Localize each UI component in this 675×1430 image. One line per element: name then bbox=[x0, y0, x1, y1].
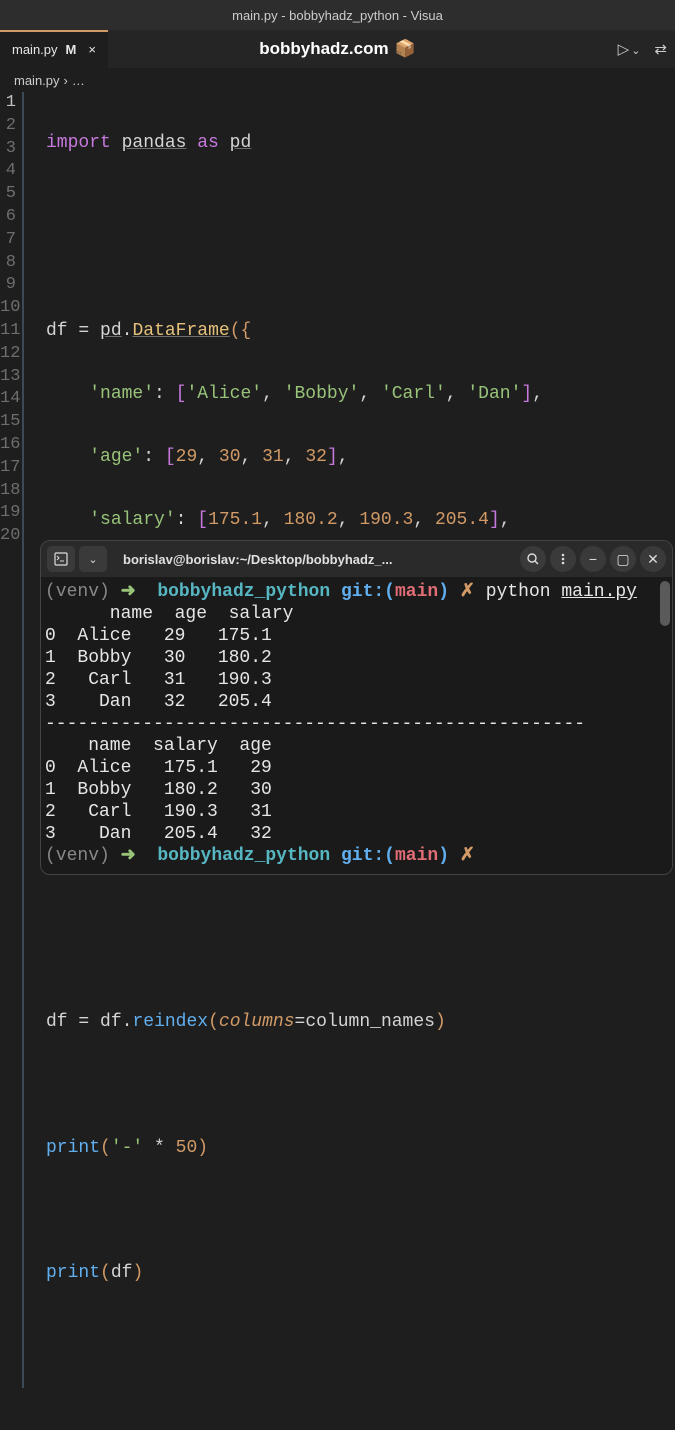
window-title: main.py - bobbyhadz_python - Visua bbox=[232, 8, 443, 23]
page-header-text: bobbyhadz.com bbox=[259, 39, 388, 59]
breadcrumb-more: … bbox=[72, 73, 85, 88]
terminal-line: 0 Alice 175.1 29 bbox=[45, 757, 668, 779]
editor-actions: ▷⌄ ⇄ bbox=[618, 40, 667, 59]
terminal-title: borislav@borislav:~/Desktop/bobbyhadz_..… bbox=[111, 552, 516, 567]
run-button[interactable]: ▷⌄ bbox=[618, 40, 641, 59]
line-number: 2 bbox=[0, 115, 16, 138]
tab-label: main.py bbox=[12, 42, 58, 57]
terminal-line: name age salary bbox=[45, 603, 668, 625]
terminal-line: ----------------------------------------… bbox=[45, 713, 668, 735]
terminal-scrollbar[interactable] bbox=[660, 581, 670, 870]
line-number: 17 bbox=[0, 457, 16, 480]
terminal-window: ⌄ borislav@borislav:~/Desktop/bobbyhadz_… bbox=[40, 540, 673, 875]
search-button[interactable] bbox=[520, 546, 546, 572]
line-number: 3 bbox=[0, 138, 16, 161]
line-number: 4 bbox=[0, 160, 16, 183]
terminal-line: name salary age bbox=[45, 735, 668, 757]
terminal-line: 2 Carl 190.3 31 bbox=[45, 801, 668, 823]
line-gutter: 1 2 3 4 5 6 7 8 9 10 11 12 13 14 15 16 1… bbox=[0, 92, 24, 1388]
terminal-line: (venv) ➜ bobbyhadz_python git:(main) ✗ bbox=[45, 845, 668, 867]
window-titlebar: main.py - bobbyhadz_python - Visua bbox=[0, 0, 675, 30]
close-icon[interactable]: × bbox=[88, 42, 96, 57]
line-number: 7 bbox=[0, 229, 16, 252]
terminal-line: 0 Alice 29 175.1 bbox=[45, 625, 668, 647]
terminal-icon bbox=[54, 552, 68, 566]
line-number: 8 bbox=[0, 252, 16, 275]
tab-dropdown-button[interactable]: ⌄ bbox=[79, 546, 107, 572]
terminal-line: 1 Bobby 30 180.2 bbox=[45, 647, 668, 669]
breadcrumb-sep: › bbox=[64, 73, 68, 88]
line-number: 5 bbox=[0, 183, 16, 206]
terminal-line: 3 Dan 32 205.4 bbox=[45, 691, 668, 713]
menu-icon bbox=[556, 552, 570, 566]
maximize-button[interactable]: ▢ bbox=[610, 546, 636, 572]
line-number: 9 bbox=[0, 274, 16, 297]
search-icon bbox=[526, 552, 540, 566]
terminal-line: 2 Carl 31 190.3 bbox=[45, 669, 668, 691]
terminal-line: (venv) ➜ bobbyhadz_python git:(main) ✗ p… bbox=[45, 581, 668, 603]
menu-button[interactable] bbox=[550, 546, 576, 572]
terminal-body[interactable]: (venv) ➜ bobbyhadz_python git:(main) ✗ p… bbox=[41, 577, 672, 874]
modified-indicator: M bbox=[66, 42, 77, 57]
scrollbar-thumb[interactable] bbox=[660, 581, 670, 626]
tab-bar: main.py M × bobbyhadz.com 📦 ▷⌄ ⇄ bbox=[0, 30, 675, 68]
terminal-titlebar: ⌄ borislav@borislav:~/Desktop/bobbyhadz_… bbox=[41, 541, 672, 577]
line-number: 16 bbox=[0, 434, 16, 457]
branch-icon[interactable]: ⇄ bbox=[654, 40, 667, 59]
breadcrumb-file: main.py bbox=[14, 73, 60, 88]
page-header: bobbyhadz.com 📦 bbox=[259, 39, 416, 59]
line-number: 1 bbox=[0, 92, 16, 115]
new-tab-button[interactable] bbox=[47, 546, 75, 572]
line-number: 13 bbox=[0, 366, 16, 389]
breadcrumb[interactable]: main.py › … bbox=[0, 68, 675, 92]
cube-icon: 📦 bbox=[395, 39, 416, 59]
line-number: 15 bbox=[0, 411, 16, 434]
line-number: 20 bbox=[0, 525, 16, 548]
line-number: 19 bbox=[0, 502, 16, 525]
close-button[interactable]: ✕ bbox=[640, 546, 666, 572]
line-number: 12 bbox=[0, 343, 16, 366]
tab-main-py[interactable]: main.py M × bbox=[0, 30, 108, 68]
line-number: 6 bbox=[0, 206, 16, 229]
terminal-line: 1 Bobby 180.2 30 bbox=[45, 779, 668, 801]
line-number: 10 bbox=[0, 297, 16, 320]
line-number: 11 bbox=[0, 320, 16, 343]
line-number: 18 bbox=[0, 480, 16, 503]
line-number: 14 bbox=[0, 388, 16, 411]
minimize-button[interactable]: − bbox=[580, 546, 606, 572]
terminal-line: 3 Dan 205.4 32 bbox=[45, 823, 668, 845]
